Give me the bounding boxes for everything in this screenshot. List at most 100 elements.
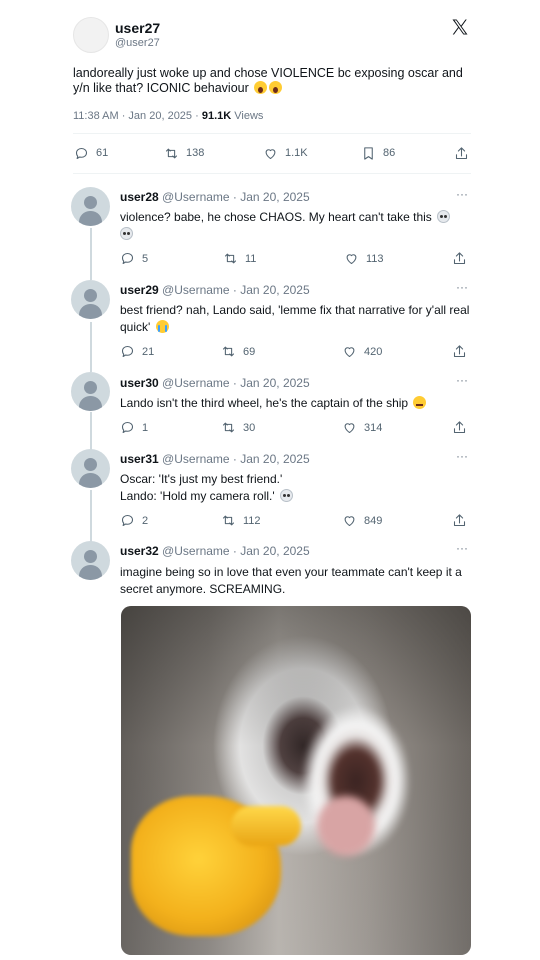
timestamp[interactable]: 11:38 AM · Jan 20, 2025 · <box>73 110 202 122</box>
avatar[interactable] <box>73 17 109 53</box>
author-name[interactable]: user31 <box>120 452 159 466</box>
retweet-button[interactable]: 112 <box>221 513 261 528</box>
retweet-count: 138 <box>186 147 205 159</box>
thread-line <box>90 322 92 372</box>
skull-emoji-icon <box>437 210 451 223</box>
share-icon <box>455 146 468 159</box>
post-text-body: landoreally just woke up and chose VIOLE… <box>73 66 463 95</box>
like-count: 314 <box>364 421 383 434</box>
author-name[interactable]: user29 <box>120 283 159 297</box>
display-name[interactable]: user27 <box>115 20 160 36</box>
handle[interactable]: @user27 <box>115 37 160 49</box>
screaming-emoji-icon <box>269 81 283 94</box>
share-icon <box>453 252 466 265</box>
reply-text-body: violence? babe, he chose CHAOS. My heart… <box>120 210 432 224</box>
reply-icon <box>121 421 134 434</box>
reply-icon <box>121 514 134 527</box>
author-name[interactable]: user30 <box>120 376 159 390</box>
reply-button[interactable]: 1 <box>120 420 148 435</box>
reply-text: Lando isn't the third wheel, he's the ca… <box>120 395 475 412</box>
reply-text-body: best friend? nah, Lando said, 'lemme fix… <box>120 303 470 334</box>
retweet-button[interactable]: 138 <box>164 146 204 161</box>
reply-text-line: Lando: 'Hold my camera roll.' <box>120 489 275 503</box>
like-icon <box>346 254 357 265</box>
more-icon[interactable]: ··· <box>456 187 468 201</box>
more-icon[interactable]: ··· <box>456 373 468 387</box>
x-logo-icon <box>452 19 468 35</box>
retweet-count: 112 <box>243 514 261 527</box>
like-icon <box>265 148 276 159</box>
bookmark-count: 86 <box>383 147 396 159</box>
like-count: 113 <box>366 252 384 265</box>
more-icon[interactable]: ··· <box>456 541 468 555</box>
avatar[interactable] <box>71 187 110 226</box>
share-button[interactable] <box>452 251 467 266</box>
like-button[interactable]: 1.1K <box>263 146 308 161</box>
divider <box>73 173 471 174</box>
more-icon[interactable]: ··· <box>456 449 468 463</box>
like-button[interactable]: 420 <box>342 344 382 359</box>
reply-text: Oscar: 'It's just my best friend.' Lando:… <box>120 471 475 505</box>
like-icon <box>344 347 355 358</box>
thread-line <box>90 412 92 450</box>
share-button[interactable] <box>452 420 467 435</box>
reply-author[interactable]: user32 @Username · Jan 20, 2025 <box>120 544 310 558</box>
divider <box>73 133 471 134</box>
views-label: Views <box>231 110 264 122</box>
avatar[interactable] <box>71 372 110 411</box>
reply-author[interactable]: user29 @Username · Jan 20, 2025 <box>120 283 310 297</box>
screaming-emoji-icon <box>254 81 268 94</box>
avatar[interactable] <box>71 541 110 580</box>
screaming-cat-meme-image[interactable] <box>121 606 471 955</box>
share-button[interactable] <box>452 513 467 528</box>
reply-text-line: Oscar: 'It's just my best friend.' <box>120 472 283 486</box>
share-button[interactable] <box>454 146 469 161</box>
like-icon <box>344 423 355 434</box>
like-button[interactable]: 314 <box>342 420 382 435</box>
share-icon <box>453 421 466 434</box>
like-count: 1.1K <box>285 147 308 159</box>
retweet-count: 11 <box>245 252 257 265</box>
reply-button[interactable]: 21 <box>120 344 154 359</box>
retweet-button[interactable]: 11 <box>223 251 256 266</box>
reply-text: violence? babe, he chose CHAOS. My heart… <box>120 209 475 243</box>
author-meta: @Username · Jan 20, 2025 <box>162 544 310 558</box>
views-count: 91.1K <box>201 110 232 122</box>
post-actions: 61 138 1.1K 86 <box>0 145 540 161</box>
like-button[interactable]: 849 <box>342 513 382 528</box>
share-icon <box>453 514 466 527</box>
reply-button[interactable]: 5 <box>120 251 148 266</box>
worried-emoji-icon <box>413 396 427 409</box>
reply-author[interactable]: user30 @Username · Jan 20, 2025 <box>120 376 310 390</box>
reply-count: 5 <box>142 252 149 265</box>
like-icon <box>344 516 355 527</box>
author-name[interactable]: user28 <box>120 190 159 204</box>
avatar[interactable] <box>71 449 110 488</box>
skull-emoji-icon <box>280 489 293 502</box>
crying-emoji-icon <box>155 320 169 333</box>
reply-button[interactable]: 2 <box>120 513 148 528</box>
reply-author[interactable]: user31 @Username · Jan 20, 2025 <box>120 452 310 466</box>
like-count: 849 <box>364 514 383 527</box>
like-button[interactable]: 113 <box>344 251 384 266</box>
retweet-button[interactable]: 69 <box>221 344 255 359</box>
avatar[interactable] <box>71 280 110 319</box>
thread-line <box>90 490 92 542</box>
reply-count: 2 <box>142 514 149 527</box>
share-button[interactable] <box>452 344 467 359</box>
reply-icon <box>75 147 88 159</box>
bookmark-button[interactable]: 86 <box>361 146 395 161</box>
retweet-icon <box>224 253 237 264</box>
retweet-icon <box>165 148 178 158</box>
reply-author[interactable]: user28 @Username · Jan 20, 2025 <box>120 190 310 204</box>
reply-count: 61 <box>96 147 109 159</box>
retweet-button[interactable]: 30 <box>221 420 255 435</box>
more-icon[interactable]: ··· <box>456 280 468 294</box>
thread-line <box>90 228 92 280</box>
reply-button[interactable]: 61 <box>74 146 108 161</box>
author-name[interactable]: user32 <box>120 544 159 558</box>
retweet-icon <box>222 515 235 526</box>
retweet-count: 69 <box>243 345 256 358</box>
author-meta: @Username · Jan 20, 2025 <box>162 283 310 297</box>
reply-count: 1 <box>142 421 149 434</box>
